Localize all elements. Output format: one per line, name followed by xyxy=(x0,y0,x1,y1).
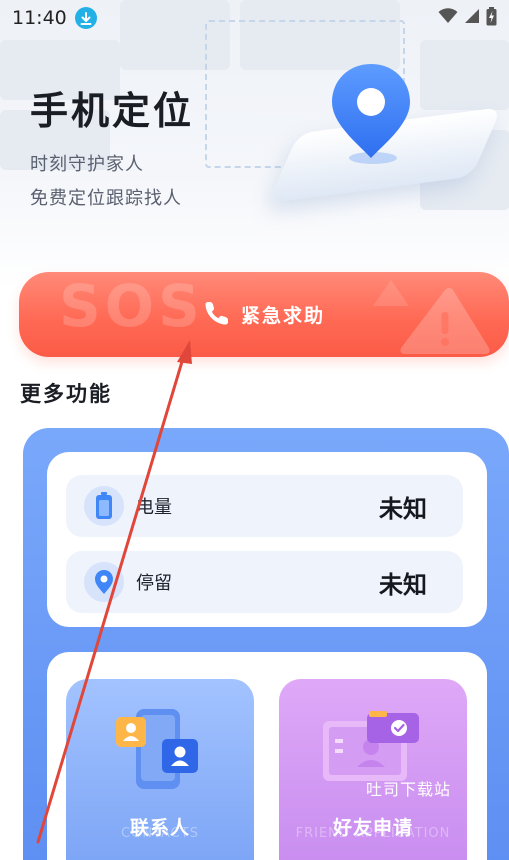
battery-label: 电量 xyxy=(136,497,172,518)
hero-title: 手机定位 xyxy=(30,89,195,133)
friend-request-tile[interactable]: FRIEND APPLICATION 好友申请 xyxy=(279,679,467,860)
status-time: 11:40 xyxy=(12,7,67,29)
download-icon xyxy=(74,7,97,29)
stay-value: 未知 xyxy=(379,570,427,599)
status-bar: 11:40 xyxy=(0,0,509,36)
emergency-help-label: 紧急求助 xyxy=(240,305,325,327)
emergency-help-button[interactable]: SOS 紧急求助 xyxy=(19,272,509,357)
hero-banner: 手机定位 时刻守护家人 免费定位跟踪找人 xyxy=(0,0,509,290)
wifi-icon xyxy=(438,8,458,28)
site-watermark: 吐司下载站 xyxy=(366,780,452,799)
phone-icon xyxy=(203,299,231,331)
friend-request-label: 好友申请 xyxy=(332,817,413,839)
stay-label: 停留 xyxy=(136,573,172,594)
contacts-label: 联系人 xyxy=(129,817,190,839)
battery-info-row[interactable]: 电量 未知 xyxy=(66,475,463,537)
hero-subtitle: 时刻守护家人 xyxy=(30,154,144,175)
battery-icon xyxy=(84,486,124,526)
contacts-tile[interactable]: CONTACTS 联系人 xyxy=(66,679,254,860)
location-pin-icon xyxy=(84,562,124,602)
contacts-phone-icon xyxy=(114,703,208,799)
signal-icon xyxy=(464,8,480,28)
map-decor xyxy=(420,40,509,110)
stay-info-row[interactable]: 停留 未知 xyxy=(66,551,463,613)
hero-subtitle: 免费定位跟踪找人 xyxy=(30,188,182,209)
more-features-title: 更多功能 xyxy=(20,382,112,406)
battery-charging-icon xyxy=(486,6,497,30)
location-pin-icon xyxy=(326,60,416,174)
battery-value: 未知 xyxy=(379,494,427,523)
